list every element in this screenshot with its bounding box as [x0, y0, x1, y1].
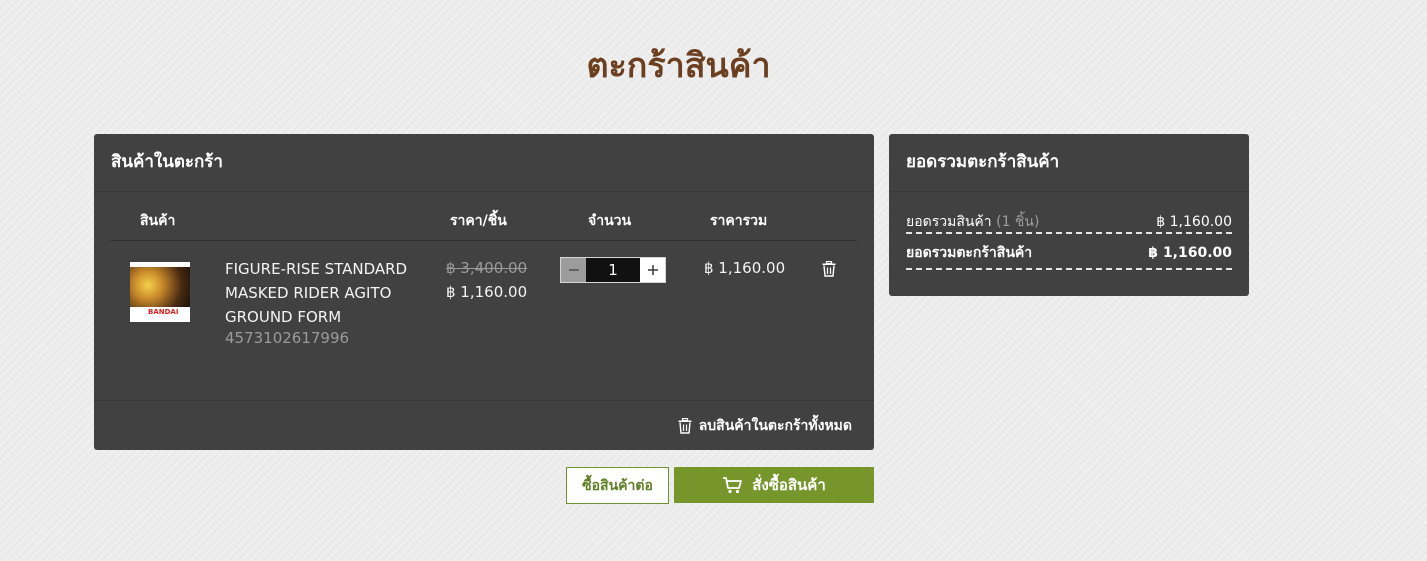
row-total-price: ฿ 1,160.00 [704, 259, 786, 277]
quantity-stepper [560, 257, 666, 283]
total-row: ยอดรวมตะกร้าสินค้า ฿ 1,160.00 [906, 242, 1232, 264]
summary-panel: ยอดรวมตะกร้าสินค้า ยอดรวมสินค้า (1 ชิ้น)… [889, 134, 1249, 296]
summary-panel-header: ยอดรวมตะกร้าสินค้า [889, 134, 1249, 192]
dashed-divider [906, 232, 1232, 234]
column-product: สินค้า [140, 213, 176, 229]
product-image [130, 267, 190, 307]
checkout-button[interactable]: สั่งซื้อสินค้า [674, 467, 874, 503]
minus-icon [568, 269, 579, 271]
page-title: ตะกร้าสินค้า [586, 46, 771, 86]
shopping-cart-icon [723, 477, 743, 494]
remove-item-trash-icon[interactable] [822, 261, 836, 277]
original-price: ฿ 3,400.00 [446, 259, 528, 277]
product-name-link[interactable]: FIGURE-RISE STANDARD MASKED RIDER AGITO … [225, 257, 425, 329]
product-sku: 4573102617996 [225, 329, 350, 347]
column-unit-price: ราคา/ชิ้น [450, 213, 507, 229]
table-header-divider [110, 240, 857, 241]
continue-shopping-button[interactable]: ซื้อสินค้าต่อ [566, 467, 669, 504]
subtotal-label-group: ยอดรวมสินค้า (1 ชิ้น) [906, 211, 1039, 233]
clear-cart-label: ลบสินค้าในตะกร้าทั้งหมด [698, 418, 852, 434]
subtotal-label: ยอดรวมสินค้า [906, 214, 992, 230]
column-total: ราคารวม [710, 213, 768, 229]
total-label: ยอดรวมตะกร้าสินค้า [906, 245, 1033, 261]
cart-panel: สินค้าในตะกร้า สินค้า ราคา/ชิ้น จำนวน รา… [94, 134, 874, 450]
checkout-label: สั่งซื้อสินค้า [752, 476, 826, 494]
total-value: ฿ 1,160.00 [1148, 245, 1232, 261]
quantity-input[interactable] [586, 258, 640, 282]
trash-icon [678, 418, 692, 434]
cart-footer-divider [94, 400, 874, 401]
product-thumbnail[interactable]: BANDAI [130, 262, 190, 322]
sale-price: ฿ 1,160.00 [446, 283, 528, 301]
plus-icon [647, 265, 658, 275]
decrease-quantity-button[interactable] [561, 258, 586, 282]
subtotal-count: (1 ชิ้น) [996, 214, 1040, 230]
column-quantity: จำนวน [588, 213, 632, 229]
thumbnail-brand-logo: BANDAI [148, 308, 179, 316]
increase-quantity-button[interactable] [640, 258, 665, 282]
dashed-divider [906, 268, 1232, 270]
clear-cart-button[interactable]: ลบสินค้าในตะกร้าทั้งหมด [678, 415, 852, 437]
subtotal-row: ยอดรวมสินค้า (1 ชิ้น) ฿ 1,160.00 [906, 211, 1232, 233]
cart-panel-header: สินค้าในตะกร้า [94, 134, 874, 192]
subtotal-value: ฿ 1,160.00 [1156, 214, 1232, 230]
